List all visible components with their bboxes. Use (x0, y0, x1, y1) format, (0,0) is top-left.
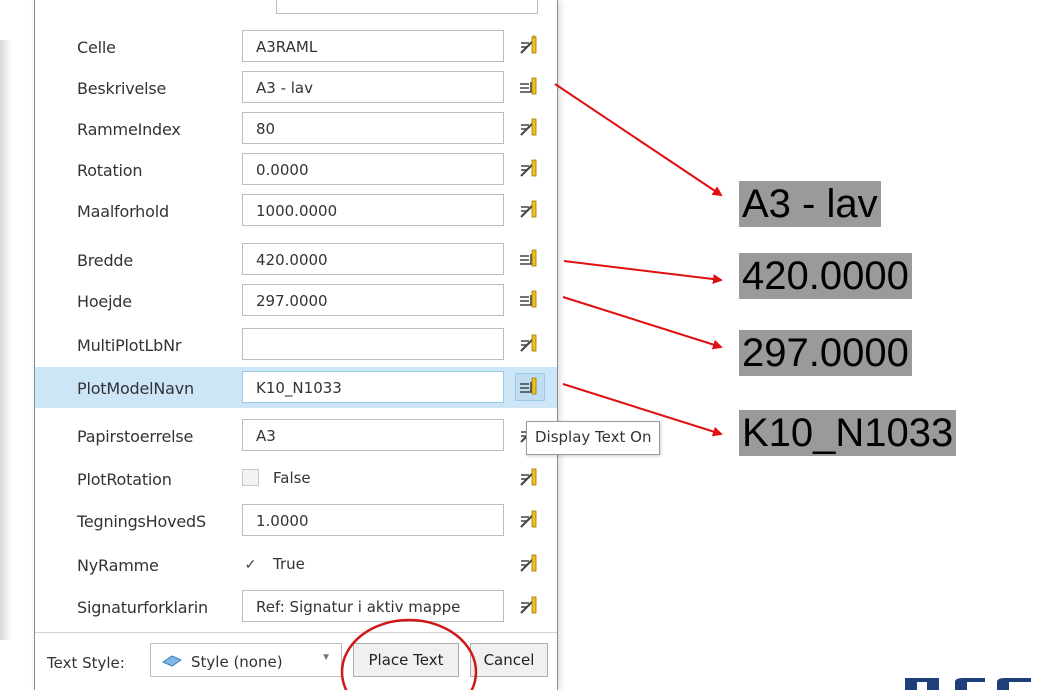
display-text-tooltip: Display Text On (526, 421, 661, 455)
attribute-row-maalforhold: Maalforhold 1000.0000 (35, 190, 557, 231)
attribute-value-input[interactable]: A3 (242, 419, 504, 451)
display-toggle-button[interactable] (515, 592, 545, 620)
display-toggle-button[interactable] (515, 73, 545, 101)
attribute-row-plotrotation: PlotRotation False (35, 458, 557, 499)
attribute-label: MultiPlotLbNr (77, 336, 182, 355)
preview-text-bredde: 420.0000 (739, 253, 912, 299)
text-attributes-dialog: Celle A3RAML Beskrivelse A3 - lav RammeI… (34, 0, 558, 691)
preview-text-beskrivelse: A3 - lav (739, 181, 881, 227)
attribute-row-tegningshoveds: TegningsHovedS 1.0000 (35, 500, 557, 541)
attribute-label: TegningsHovedS (77, 512, 206, 531)
attribute-label: PlotRotation (77, 470, 172, 489)
attribute-row-multiplotlbnr: MultiPlotLbNr (35, 324, 557, 365)
display-off-icon (520, 159, 537, 177)
attribute-value-input[interactable]: K10_N1033 (242, 371, 504, 403)
attribute-value-input[interactable]: A3 - lav (242, 71, 504, 103)
attribute-label: Beskrivelse (77, 79, 167, 98)
attribute-value-input[interactable]: 0.0000 (242, 153, 504, 185)
display-toggle-button[interactable] (515, 464, 545, 492)
attribute-value-input[interactable]: 80 (242, 112, 504, 144)
display-off-icon (520, 468, 537, 486)
display-toggle-button[interactable] (515, 245, 545, 273)
window-shadow (0, 40, 12, 640)
display-toggle-button[interactable] (515, 373, 545, 401)
display-toggle-button[interactable] (515, 32, 545, 60)
preview-text-hoejde: 297.0000 (739, 330, 912, 376)
display-on-icon (520, 249, 537, 267)
attribute-label: Hoejde (77, 292, 132, 311)
attribute-value-input[interactable]: 1.0000 (242, 504, 504, 536)
attribute-label: Rotation (77, 161, 143, 180)
attribute-label: RammeIndex (77, 120, 181, 139)
cancel-button[interactable]: Cancel (470, 643, 548, 677)
attribute-row-plotmodelnavn: PlotModelNavn K10_N1033 (35, 367, 557, 408)
attribute-label: NyRamme (77, 556, 159, 575)
text-style-value: Style (none) (191, 653, 283, 671)
attribute-label: PlotModelNavn (77, 379, 194, 398)
attribute-value-input[interactable]: 420.0000 (242, 243, 504, 275)
attribute-row-rammeindex: RammeIndex 80 (35, 108, 557, 149)
attribute-row-nyramme: NyRamme ✓ True (35, 544, 557, 585)
attribute-label: Signaturforklarin (77, 598, 208, 617)
display-toggle-button[interactable] (515, 550, 545, 578)
display-on-icon (520, 377, 537, 395)
display-off-icon (520, 35, 537, 54)
display-toggle-button[interactable] (515, 196, 545, 224)
attribute-row-signaturforklarin: Signaturforklarin Ref: Signatur i aktiv … (35, 586, 557, 627)
attribute-row-bredde: Bredde 420.0000 (35, 239, 557, 280)
attribute-value-input[interactable]: 1000.0000 (242, 194, 504, 226)
checkbox-value-label: False (273, 469, 311, 487)
attribute-value-input[interactable]: Ref: Signatur i aktiv mappe (242, 590, 504, 622)
attribute-row-papirstoerrelse: Papirstoerrelse A3 (35, 415, 557, 456)
display-toggle-button[interactable] (515, 330, 545, 358)
annotation-arrow (563, 260, 723, 285)
attribute-label: Papirstoerrelse (77, 427, 194, 446)
display-off-icon (520, 554, 537, 572)
display-toggle-button[interactable] (515, 286, 545, 314)
display-off-icon (520, 510, 537, 528)
attribute-value-input[interactable] (242, 328, 504, 360)
nyramme-checkbox[interactable]: ✓ (242, 555, 259, 572)
dialog-footer: Text Style: Style (none) ▼ Place Text Ca… (35, 632, 557, 691)
attribute-row-celle: Celle A3RAML (35, 26, 557, 67)
place-text-button[interactable]: Place Text (353, 643, 459, 677)
plotrotation-checkbox[interactable] (242, 469, 259, 486)
text-style-dropdown[interactable]: Style (none) ▼ (150, 643, 342, 677)
text-style-icon (161, 653, 183, 674)
display-toggle-button[interactable] (515, 155, 545, 183)
preview-text-plotmodelnavn: K10_N1033 (739, 410, 957, 456)
display-off-icon (520, 334, 537, 352)
attribute-row-hoejde: Hoejde 297.0000 (35, 280, 557, 321)
attribute-row-beskrivelse: Beskrivelse A3 - lav (35, 67, 557, 108)
display-off-icon (520, 200, 537, 218)
attribute-label: Celle (77, 38, 116, 57)
attribute-value-input[interactable]: 297.0000 (242, 284, 504, 316)
partial-field-top (276, 0, 538, 14)
logo-fragment (905, 678, 1031, 690)
attribute-row-rotation: Rotation 0.0000 (35, 149, 557, 190)
display-off-icon (520, 596, 537, 614)
attribute-value-input[interactable]: A3RAML (242, 30, 504, 62)
attribute-label: Bredde (77, 251, 134, 270)
checkbox-value-label: True (273, 555, 305, 573)
display-toggle-button[interactable] (515, 114, 545, 142)
chevron-down-icon: ▼ (321, 652, 331, 663)
annotation-arrow (562, 296, 723, 350)
display-toggle-button[interactable] (515, 506, 545, 534)
annotation-arrow (554, 83, 723, 197)
display-off-icon (520, 118, 537, 136)
attribute-label: Maalforhold (77, 202, 169, 221)
display-on-icon (520, 290, 537, 308)
display-on-icon (520, 77, 537, 95)
text-style-label: Text Style: (47, 654, 125, 672)
